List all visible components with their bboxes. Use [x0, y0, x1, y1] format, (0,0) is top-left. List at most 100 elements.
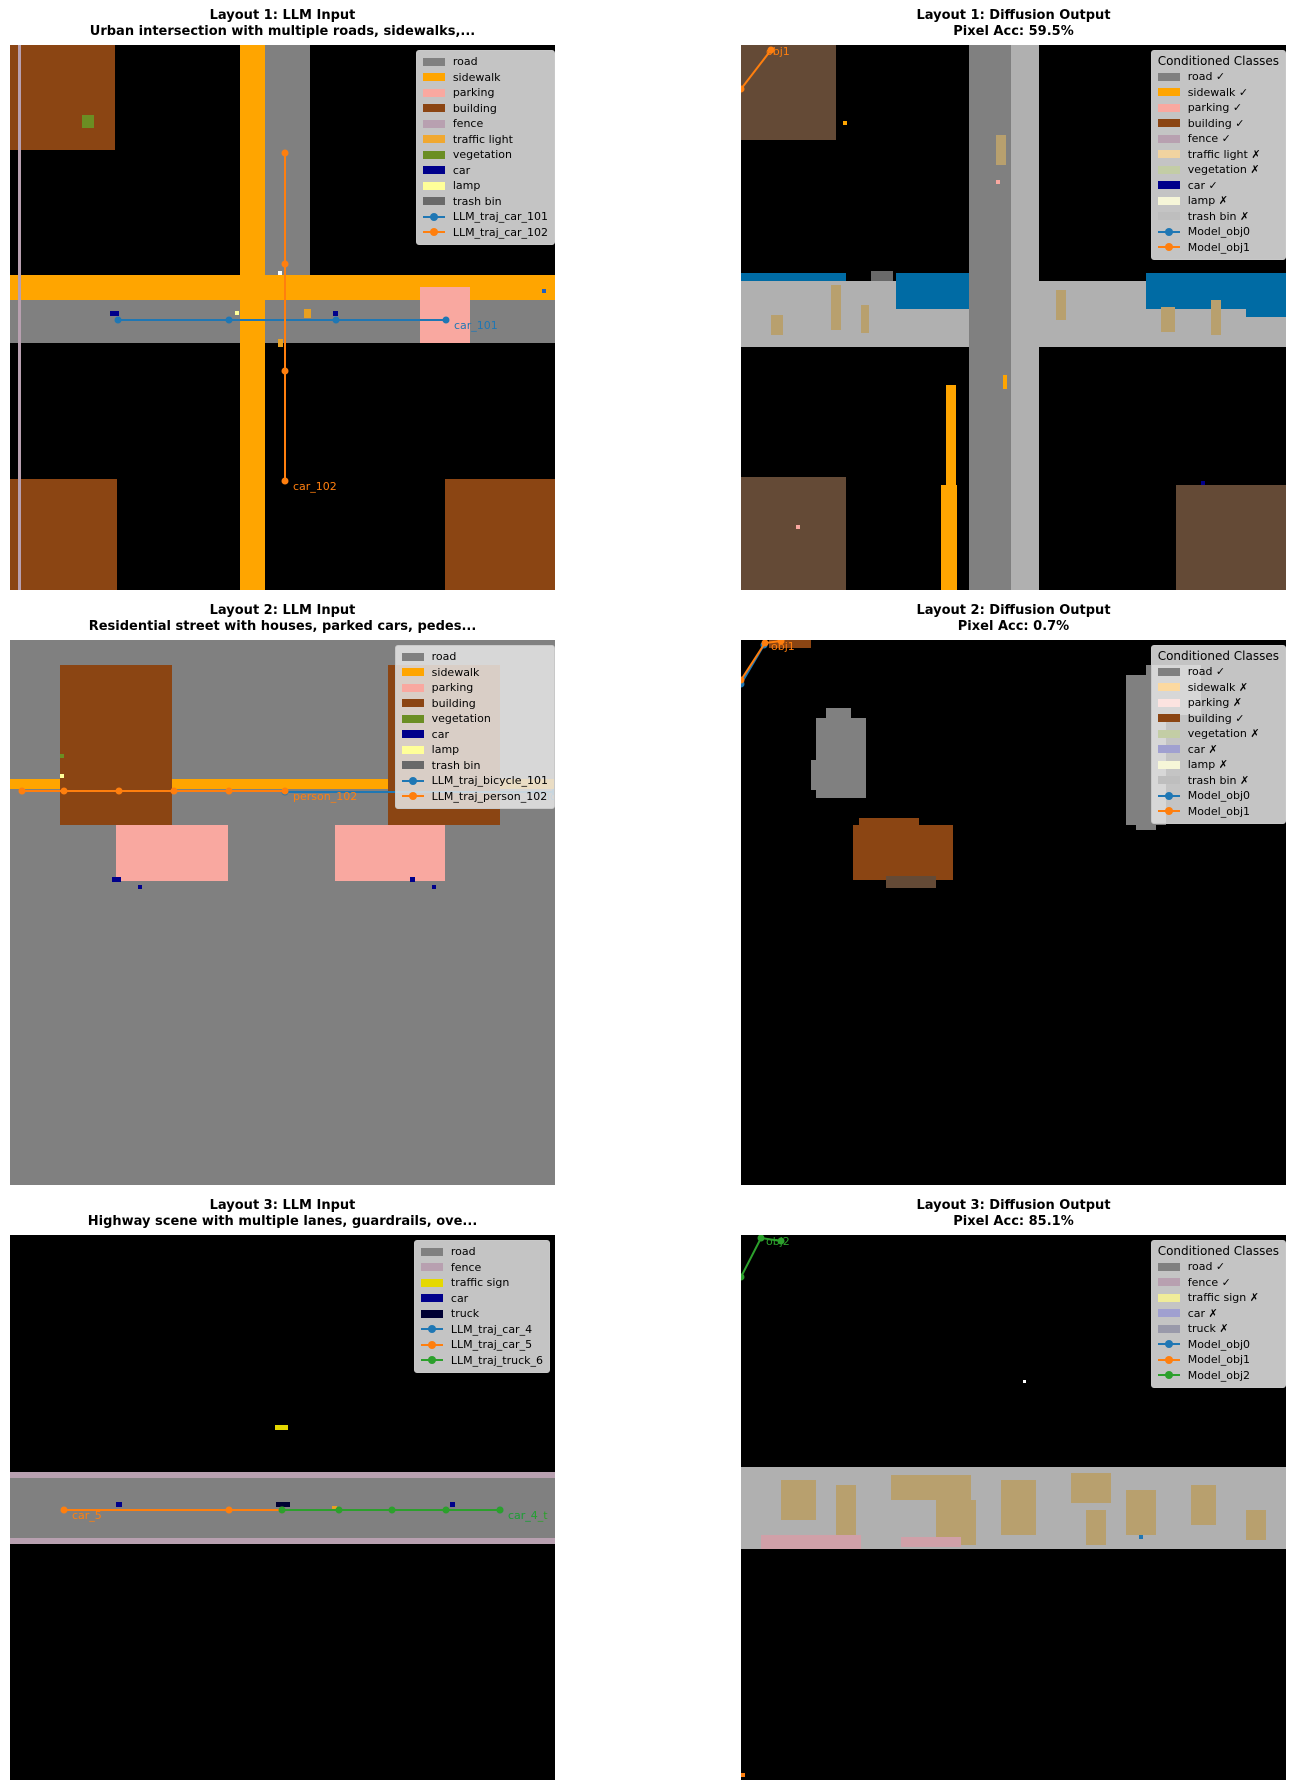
legend-swatch [1157, 683, 1180, 692]
legend-item: building ✓ [1157, 711, 1279, 727]
legend-label: traffic sign [450, 1276, 510, 1290]
legend-label: Model_obj0 [1187, 1337, 1250, 1351]
legend-label: parking [431, 681, 474, 695]
legend-label: vegetation ✗ [1187, 163, 1260, 177]
title-line1: Layout 3: Diffusion Output [916, 1198, 1111, 1213]
legend-item: Model_obj1 [1157, 1352, 1279, 1368]
legend-label: parking [452, 86, 495, 100]
title-line2: Pixel Acc: 59.5% [953, 24, 1074, 39]
title-line2: Pixel Acc: 85.1% [953, 1214, 1074, 1229]
legend-label: car [431, 727, 449, 741]
legend-swatch [422, 73, 445, 82]
legend-swatch [1157, 714, 1180, 723]
legend-item: car ✗ [1157, 1306, 1279, 1322]
title-line2: Urban intersection with multiple roads, … [89, 24, 476, 39]
legend-swatch [1157, 1262, 1180, 1271]
legend-label: building [431, 696, 476, 710]
legend-item: LLM_traj_car_101 [422, 209, 548, 225]
legend-label: sidewalk ✗ [1187, 680, 1249, 694]
legend-swatch [1157, 776, 1180, 785]
title-line2: Highway scene with multiple lanes, guard… [87, 1214, 478, 1229]
legend-label: road [431, 650, 457, 664]
legend-item: vegetation [422, 147, 548, 163]
legend-item: parking [422, 85, 548, 101]
trajectory-label: car_4_t [508, 1509, 548, 1522]
legend-label: trash bin [452, 194, 502, 208]
legend-label: road [450, 1245, 476, 1259]
legend-item: fence [420, 1260, 543, 1276]
trajectory-point [281, 367, 289, 375]
legend-item: Model_obj0 [1157, 224, 1279, 240]
trajectory-point [170, 787, 178, 795]
legend-item: car ✗ [1157, 742, 1279, 758]
legend-item: lamp [401, 742, 548, 758]
legend-label: truck [450, 1307, 480, 1321]
legend-swatch [401, 761, 424, 770]
trajectory-point [225, 1506, 233, 1514]
legend-line-marker [420, 1356, 443, 1365]
legend-item: car [420, 1291, 543, 1307]
legend-item: parking [401, 680, 548, 696]
legend: road sidewalk parking building fence traffic … [415, 50, 555, 245]
legend-label: lamp [452, 179, 481, 193]
legend-item: Model_obj2 [1157, 1368, 1279, 1384]
legend-title: Conditioned Classes [1157, 649, 1279, 663]
legend-swatch [420, 1247, 443, 1256]
legend-item: fence ✓ [1157, 1275, 1279, 1291]
trajectory-point [281, 260, 289, 268]
legend-label: building [452, 101, 497, 115]
legend-swatch [1157, 1324, 1180, 1333]
legend-swatch [422, 150, 445, 159]
legend-swatch [1157, 212, 1180, 221]
legend-line-marker [420, 1340, 443, 1349]
title-line1: Layout 2: LLM Input [209, 603, 356, 618]
legend-label: car ✓ [1187, 178, 1218, 192]
legend-item: LLM_traj_car_4 [420, 1322, 543, 1338]
legend-label: vegetation ✗ [1187, 727, 1260, 741]
legend-swatch [1157, 667, 1180, 676]
legend-swatch [401, 699, 424, 708]
trajectory-point [115, 787, 123, 795]
legend-item: road ✓ [1157, 1259, 1279, 1275]
legend-item: truck [420, 1306, 543, 1322]
legend-item: building [401, 696, 548, 712]
legend-swatch [401, 730, 424, 739]
legend-item: trash bin ✗ [1157, 773, 1279, 789]
panel-layout2-diffusion-output: Layout 2: Diffusion Output Pixel Acc: 0.… [741, 603, 1286, 1187]
legend-swatch [1157, 1293, 1180, 1302]
legend-swatch [422, 88, 445, 97]
legend-item: lamp ✗ [1157, 757, 1279, 773]
legend-item: road [420, 1244, 543, 1260]
trajectory-point [225, 316, 233, 324]
legend-label: LLM_traj_car_4 [450, 1322, 533, 1336]
trajectory-label: obj1 [771, 640, 795, 653]
legend-item: LLM_traj_truck_6 [420, 1353, 543, 1369]
legend-swatch [422, 166, 445, 175]
legend-label: trash bin ✗ [1187, 209, 1250, 223]
legend-item: truck ✗ [1157, 1321, 1279, 1337]
legend-swatch [1157, 698, 1180, 707]
legend-item: traffic sign [420, 1275, 543, 1291]
legend-item: vegetation ✗ [1157, 162, 1279, 178]
legend-item: LLM_traj_car_5 [420, 1337, 543, 1353]
legend-swatch [422, 135, 445, 144]
legend-swatch [1157, 729, 1180, 738]
legend-swatch [1157, 72, 1180, 81]
legend-line-marker [1157, 1340, 1180, 1349]
legend-swatch [401, 714, 424, 723]
legend-title: Conditioned Classes [1157, 1244, 1279, 1258]
trajectory-point [335, 1506, 343, 1514]
legend-swatch [420, 1309, 443, 1318]
legend-item: sidewalk [401, 665, 548, 681]
legend-item: sidewalk ✗ [1157, 680, 1279, 696]
legend-label: LLM_traj_person_102 [431, 789, 548, 803]
panel-layout1-llm-input: Layout 1: LLM Input Urban intersection w… [10, 8, 555, 592]
legend-item: road [422, 54, 548, 70]
legend-item: road [401, 649, 548, 665]
panel-title: Layout 1: LLM Input Urban intersection w… [10, 8, 555, 40]
legend-swatch [1157, 134, 1180, 143]
legend-line-marker [422, 228, 445, 237]
legend-label: fence ✓ [1187, 132, 1231, 146]
legend-swatch [1157, 196, 1180, 205]
legend-label: vegetation [431, 712, 491, 726]
